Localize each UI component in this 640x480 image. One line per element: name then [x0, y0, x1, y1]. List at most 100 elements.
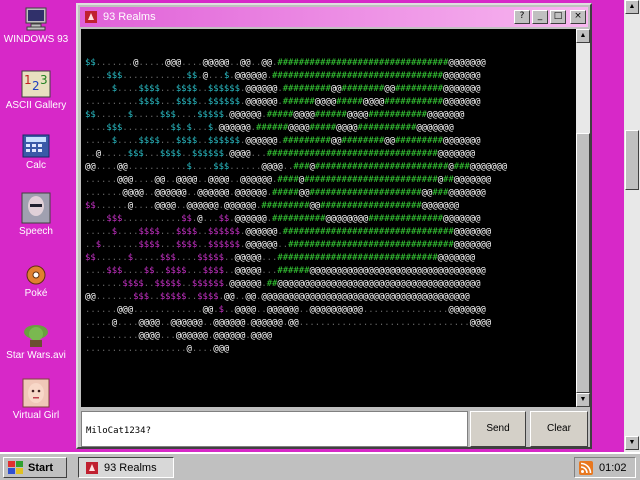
ascii-art-segment: .. [85, 149, 96, 159]
desktop-icon-windows93[interactable]: WINDOWS 93 [0, 6, 72, 45]
ascii-art-segment: $$$$$ [154, 279, 182, 289]
desktop-scroll-up-button[interactable]: ▲ [625, 0, 639, 14]
ascii-art-segment: $$$ [106, 71, 123, 81]
desktop-icon-star-wars[interactable]: Star Wars.avi [0, 318, 72, 361]
ascii-art-segment: .... [175, 253, 198, 263]
ascii-art-segment: @@@@ [175, 175, 198, 185]
desktop-icon-poke[interactable]: Poké [0, 264, 72, 299]
scroll-down-button[interactable]: ▼ [576, 393, 590, 407]
ascii-art-segment: @@ [421, 188, 433, 198]
maximize-button[interactable]: □ [550, 10, 566, 24]
ascii-art-segment: @@@@@@@@@@@@@@@@@@@@@@@@@@@@@@@@@@@@@@ [277, 279, 481, 289]
ascii-art-segment: @@@@@@ [245, 227, 278, 237]
ascii-art-segment: .... [175, 110, 198, 120]
ascii-art-segment: ..... [133, 110, 160, 120]
rss-feed-icon[interactable] [579, 460, 593, 475]
ascii-art-segment: @@ [223, 292, 235, 302]
ascii-art-segment: .... [85, 214, 107, 224]
ascii-art-segment: @@@@@@ [229, 110, 262, 120]
ascii-art-segment: @@@@@@@ [453, 227, 492, 237]
ascii-art-segment: @@@@ [362, 97, 385, 107]
ascii-art-segment: ................ [362, 305, 449, 315]
desktop-icon-calc[interactable]: Calc [0, 134, 72, 171]
ascii-art-segment: ..... [85, 227, 112, 237]
ascii-art-segment: ###### [256, 123, 289, 133]
ascii-art-segment: .. [197, 136, 208, 146]
ascii-art-row: ....$$$...........$$.@...$$.@@@@@@.#####… [85, 213, 572, 226]
ascii-art-segment: @@@ [117, 305, 134, 315]
ascii-art-segment: @@@@@@ [266, 305, 299, 315]
ascii-art-segment: ###### [282, 97, 315, 107]
ascii-art-segment: $$$$$$ [207, 240, 240, 250]
ascii-art-segment: @@@@@@ [234, 71, 267, 81]
help-button[interactable]: ? [514, 10, 530, 24]
ascii-art-segment: .. [197, 175, 208, 185]
desktop-scrollbar[interactable]: ▲ ▼ [624, 0, 640, 452]
ascii-art-segment: ##################### [309, 188, 422, 198]
ascii-art-row: ..@.....$$$...$$$$..$$$$$$.@@@@...######… [85, 148, 572, 161]
realms-app-icon [85, 11, 97, 23]
windows-logo-icon [8, 460, 23, 474]
ascii-art-row: .......@@@@..@@@@@@..@@@@@@.@@@@@@.#####… [85, 187, 572, 200]
ascii-art-segment: $$ [170, 123, 182, 133]
desktop-icon-virtual-girl[interactable]: Virtual Girl [0, 378, 72, 421]
ascii-art-row: .....$....$$$$...$$$$..$$$$$$.@@@@@@.###… [85, 135, 572, 148]
ascii-art-segment: .... [117, 136, 139, 146]
ascii-art-segment: @@@@ [346, 110, 369, 120]
terminal-scrollbar[interactable]: ▲ ▼ [576, 29, 590, 407]
window-titlebar[interactable]: 93 Realms ? _ □ × [80, 7, 588, 27]
ascii-art-segment: .... [85, 71, 107, 81]
clear-button[interactable]: Clear [530, 411, 588, 447]
ascii-art-segment: @@@@@@ [154, 188, 187, 198]
start-button[interactable]: Start [3, 457, 67, 478]
desktop-icon-ascii-gallery[interactable]: 1 2 3 ASCII Gallery [0, 70, 72, 111]
send-button[interactable]: Send [470, 411, 526, 447]
ascii-art-segment: .... [191, 162, 214, 172]
ascii-art-segment: $$$ [106, 214, 123, 224]
desktop-scroll-down-button[interactable]: ▼ [625, 436, 639, 450]
ascii-art-segment: ......... [122, 123, 171, 133]
ascii-art-segment: ##### [336, 97, 363, 107]
ascii-art-segment: @@ [330, 84, 342, 94]
ascii-art-segment: ######### [394, 136, 444, 146]
desktop-scroll-thumb[interactable] [625, 130, 639, 190]
close-button[interactable]: × [570, 10, 586, 24]
ascii-art-segment: ###### [277, 266, 310, 276]
taskbar-item-label: 93 Realms [104, 461, 157, 474]
ascii-art-segment: @@ [85, 292, 96, 302]
ascii-art-row: $$......@....@@@@..@@@@@@.@@@@@@.#######… [85, 200, 572, 213]
taskbar-item-93-realms[interactable]: 93 Realms [78, 457, 174, 478]
ascii-art-segment: ....... [101, 240, 139, 250]
ascii-art-segment: @@@@@@@ [421, 201, 460, 211]
ascii-art-segment: $$$$ [175, 240, 198, 250]
ascii-art-segment: ... [261, 266, 278, 276]
ascii-art-segment: ... [159, 84, 176, 94]
ascii-art-segment: $$$$ [197, 292, 219, 302]
ascii-art-segment: ##### [266, 110, 294, 120]
ascii-art-segment: ... [159, 240, 176, 250]
ascii-art-segment: .. [223, 266, 235, 276]
scroll-up-button[interactable]: ▲ [576, 29, 590, 43]
command-input[interactable]: MiloCat1234? [81, 411, 468, 447]
scroll-thumb[interactable] [576, 133, 590, 393]
ascii-art-segment: ..... [133, 253, 160, 263]
minimize-button[interactable]: _ [532, 10, 548, 24]
ascii-art-segment: @@@@ [138, 318, 160, 328]
ascii-art-row: $$......$.....$$$....$$$$$..@@@@@...####… [85, 252, 572, 265]
ascii-art-row: $$.......@.....@@@....@@@@@..@@..@@.####… [85, 57, 572, 70]
ascii-art-segment: $$$$$$ [191, 279, 224, 289]
ascii-art-segment: @@@@@ [234, 253, 262, 263]
ascii-art-segment: .. [282, 162, 294, 172]
ascii-art-segment: .. [181, 279, 192, 289]
ascii-art-row: ......@@@....@@..@@@@..@@@@..@@@@@@.####… [85, 174, 572, 187]
ascii-art-segment: ################################ [277, 58, 449, 68]
desktop-icon-speech[interactable]: Speech [0, 192, 72, 237]
ascii-art-segment: @@ [85, 162, 96, 172]
desktop-icon-label: Star Wars.avi [6, 350, 66, 361]
svg-text:1: 1 [24, 73, 32, 87]
ascii-art-segment: .... [122, 266, 144, 276]
ascii-art-row: ....$$$.........$$.$...$.@@@@@@.######@@… [85, 122, 572, 135]
ascii-art-segment: @@@@@@@ [448, 58, 486, 68]
ascii-art-segment: .. [186, 292, 198, 302]
clock: 01:02 [599, 461, 627, 474]
